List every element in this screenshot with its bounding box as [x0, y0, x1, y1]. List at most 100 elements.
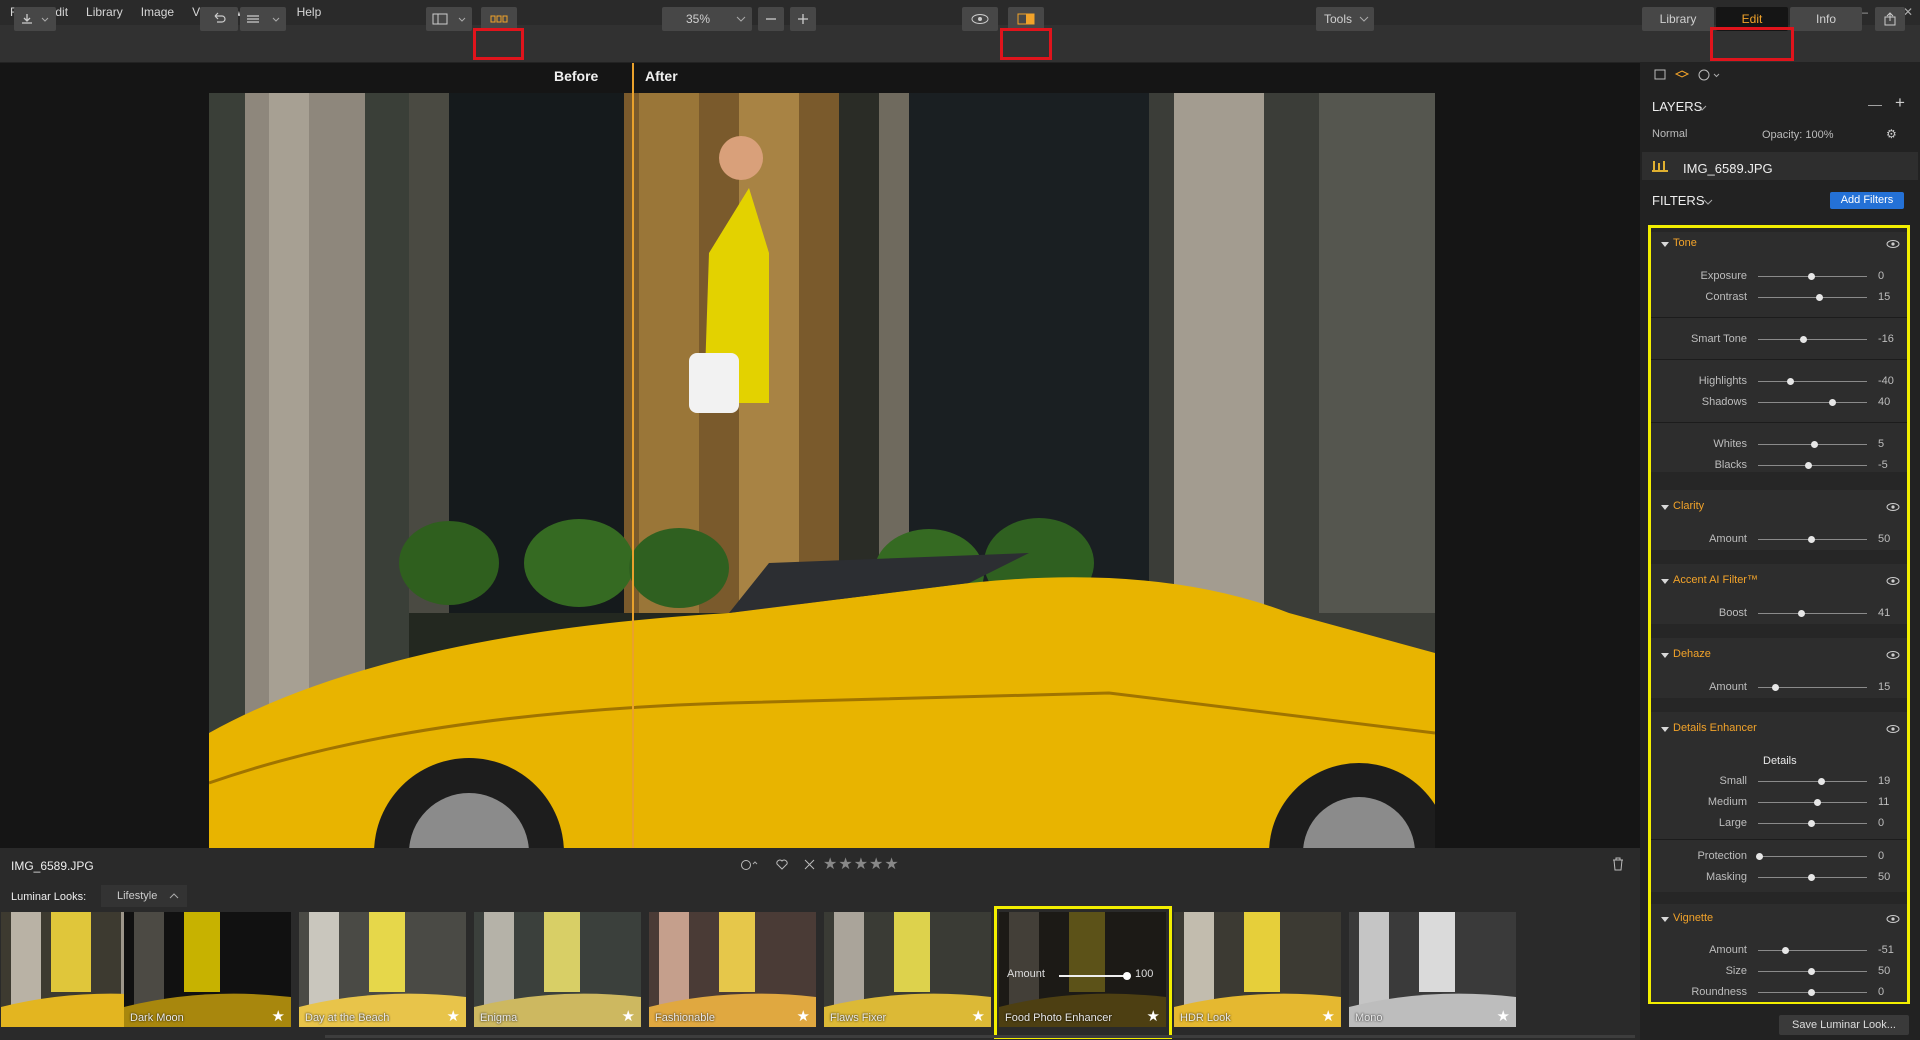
menu-help[interactable]: Help	[288, 0, 331, 25]
exposure-knob[interactable]	[1808, 273, 1815, 280]
details-enhancer-title[interactable]: Details Enhancer	[1673, 722, 1757, 734]
image-icon[interactable]	[1654, 69, 1666, 80]
look-amount-slider[interactable]	[1059, 975, 1127, 977]
filmstrip-scrollbar[interactable]	[325, 1035, 1635, 1038]
collapse-triangle-icon[interactable]	[1661, 579, 1669, 584]
tab-library[interactable]: Library	[1642, 7, 1714, 31]
favorite-star-icon[interactable]: ★	[797, 1007, 810, 1025]
clarity-amount-knob[interactable]	[1808, 536, 1815, 543]
smart-tone-knob[interactable]	[1800, 336, 1807, 343]
vignette-size-knob[interactable]	[1808, 968, 1815, 975]
shadows-knob[interactable]	[1829, 399, 1836, 406]
protection-slider[interactable]	[1758, 856, 1867, 857]
tab-info[interactable]: Info	[1790, 7, 1862, 31]
tab-edit[interactable]: Edit	[1716, 7, 1788, 31]
clarity-title[interactable]: Clarity	[1673, 500, 1704, 512]
highlights-slider[interactable]	[1758, 381, 1867, 382]
contrast-knob[interactable]	[1816, 294, 1823, 301]
eye-icon[interactable]	[1886, 724, 1900, 734]
masking-knob[interactable]	[1808, 874, 1815, 881]
preview-button[interactable]	[962, 7, 998, 31]
history-button[interactable]	[240, 7, 286, 31]
blacks-knob[interactable]	[1805, 462, 1812, 469]
tone-title[interactable]: Tone	[1673, 237, 1697, 249]
blacks-slider[interactable]	[1758, 465, 1867, 466]
eye-icon[interactable]	[1886, 914, 1900, 924]
color-label-icon[interactable]	[741, 860, 751, 870]
history-icon[interactable]	[1698, 69, 1710, 81]
menu-library[interactable]: Library	[77, 0, 132, 25]
look-thumbnail[interactable]: HDR Look ★	[1174, 912, 1341, 1027]
heart-icon[interactable]	[776, 859, 788, 870]
dehaze-title[interactable]: Dehaze	[1673, 648, 1711, 660]
look-thumbnail[interactable]: Day at the Beach ★	[299, 912, 466, 1027]
layer-settings-gear-icon[interactable]: ⚙	[1886, 127, 1897, 141]
favorite-star-icon[interactable]: ★	[447, 1007, 460, 1025]
roundness-knob[interactable]	[1808, 989, 1815, 996]
eye-icon[interactable]	[1886, 650, 1900, 660]
tools-dropdown[interactable]: Tools	[1316, 7, 1374, 31]
look-thumbnail-selected[interactable]: Amount 100 Food Photo Enhancer ★	[999, 912, 1166, 1027]
whites-knob[interactable]	[1811, 441, 1818, 448]
layers-title[interactable]: LAYERS	[1652, 99, 1702, 114]
collapse-triangle-icon[interactable]	[1661, 917, 1669, 922]
zoom-select[interactable]: 35%	[662, 7, 752, 31]
look-amount-knob[interactable]	[1123, 972, 1131, 980]
accent-ai-title[interactable]: Accent AI Filter™	[1673, 574, 1758, 586]
vignette-amount-knob[interactable]	[1782, 947, 1789, 954]
look-thumbnail[interactable]: Fashionable ★	[649, 912, 816, 1027]
medium-details-knob[interactable]	[1814, 799, 1821, 806]
layers-icon[interactable]	[1674, 70, 1690, 78]
collapse-triangle-icon[interactable]	[1661, 505, 1669, 510]
eye-icon[interactable]	[1886, 239, 1900, 249]
compare-divider[interactable]	[632, 63, 634, 848]
add-layer-button[interactable]: +	[1895, 93, 1905, 113]
export-button[interactable]	[14, 7, 56, 31]
boost-knob[interactable]	[1798, 610, 1805, 617]
filmstrip-toggle-button[interactable]	[481, 7, 517, 31]
blend-mode-select[interactable]: Normal	[1652, 128, 1687, 140]
star-rating[interactable]: ★★★★★	[823, 854, 900, 874]
small-details-slider[interactable]	[1758, 781, 1867, 782]
look-thumbnail[interactable]: Mono ★	[1349, 912, 1516, 1027]
reject-icon[interactable]	[804, 859, 815, 870]
highlights-knob[interactable]	[1787, 378, 1794, 385]
trash-icon[interactable]	[1612, 857, 1624, 871]
look-thumbnail[interactable]: Enigma ★	[474, 912, 641, 1027]
collapse-triangle-icon[interactable]	[1661, 653, 1669, 658]
eye-icon[interactable]	[1886, 576, 1900, 586]
vignette-amount-slider[interactable]	[1758, 950, 1867, 951]
smart-tone-slider[interactable]	[1758, 339, 1867, 340]
collapse-triangle-icon[interactable]	[1661, 727, 1669, 732]
vignette-title[interactable]: Vignette	[1673, 912, 1713, 924]
add-filters-button[interactable]: Add Filters	[1830, 192, 1904, 209]
favorite-star-icon[interactable]: ★	[1322, 1007, 1335, 1025]
collapse-triangle-icon[interactable]	[1661, 242, 1669, 247]
eye-icon[interactable]	[1886, 502, 1900, 512]
medium-details-slider[interactable]	[1758, 802, 1867, 803]
favorite-star-icon[interactable]: ★	[622, 1007, 635, 1025]
boost-slider[interactable]	[1758, 613, 1867, 614]
remove-layer-button[interactable]: —	[1868, 96, 1882, 112]
look-thumbnail[interactable]: Dark Moon ★	[124, 912, 291, 1027]
opacity-control[interactable]: Opacity: 100%	[1762, 129, 1834, 141]
share-button[interactable]	[1875, 7, 1905, 31]
compare-button[interactable]	[1008, 7, 1044, 31]
favorite-star-icon[interactable]: ★	[272, 1007, 285, 1025]
save-luminar-look-button[interactable]: Save Luminar Look...	[1779, 1015, 1909, 1035]
shadows-slider[interactable]	[1758, 402, 1867, 403]
contrast-slider[interactable]	[1758, 297, 1867, 298]
favorite-star-icon[interactable]: ★	[1497, 1007, 1510, 1025]
undo-button[interactable]	[200, 7, 238, 31]
zoom-in-button[interactable]	[790, 7, 816, 31]
dehaze-amount-knob[interactable]	[1772, 684, 1779, 691]
panel-toggle-button[interactable]	[426, 7, 472, 31]
favorite-star-icon[interactable]: ★	[1147, 1007, 1160, 1025]
small-details-knob[interactable]	[1818, 778, 1825, 785]
favorite-star-icon[interactable]: ★	[972, 1007, 985, 1025]
large-details-knob[interactable]	[1808, 820, 1815, 827]
menu-image[interactable]: Image	[132, 0, 183, 25]
protection-knob[interactable]	[1756, 853, 1763, 860]
looks-category-select[interactable]: Lifestyle	[101, 885, 187, 907]
look-thumbnail[interactable]: Flaws Fixer ★	[824, 912, 991, 1027]
